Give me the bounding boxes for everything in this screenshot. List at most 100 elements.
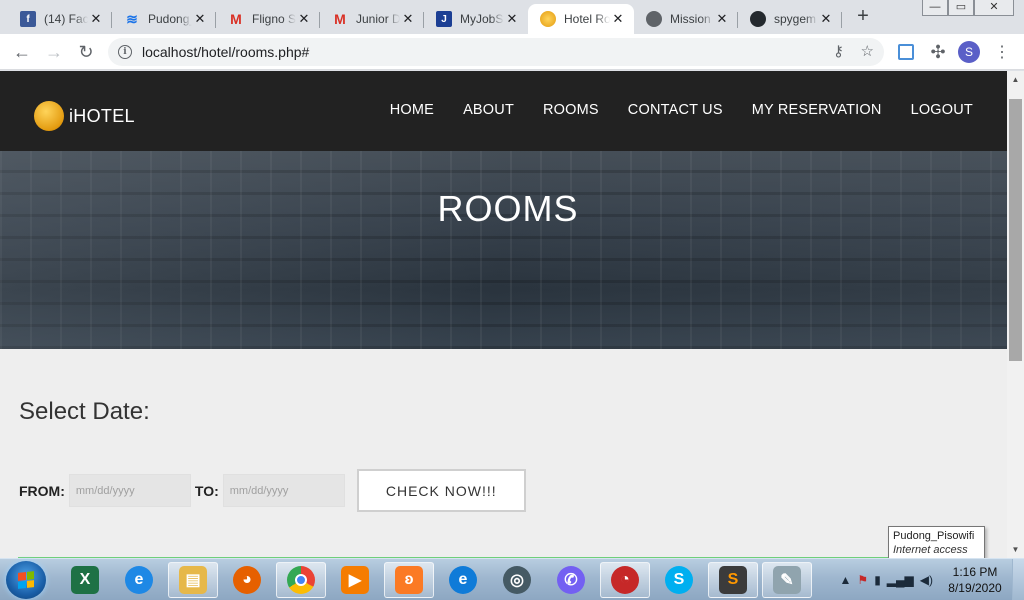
nav-about[interactable]: ABOUT <box>463 102 514 118</box>
screen: f (14) Facebook ✕ ≋ Pudong_Pisowifi ✕ M … <box>0 0 1024 600</box>
url-text[interactable]: localhost/hotel/rooms.php# <box>142 44 309 60</box>
volume-icon[interactable]: ◀) <box>920 573 933 587</box>
github-icon <box>750 11 766 27</box>
taskbar-edge-icon[interactable]: e <box>438 562 488 598</box>
nav-my-reservation[interactable]: MY RESERVATION <box>752 102 882 118</box>
taskbar-sublime-icon[interactable]: S <box>708 562 758 598</box>
close-tab-icon[interactable]: ✕ <box>88 11 104 27</box>
show-desktop-button[interactable] <box>1012 559 1024 600</box>
forward-icon[interactable]: → <box>42 40 66 64</box>
menu-dots-icon[interactable]: ⋮ <box>990 40 1014 64</box>
taskbar-viber-icon[interactable]: ✆ <box>546 562 596 598</box>
tray-expand-icon[interactable]: ▲ <box>840 573 852 587</box>
page-title: ROOMS <box>437 188 579 229</box>
close-window-button[interactable]: ✕ <box>974 0 1014 16</box>
taskbar-chrome-icon[interactable] <box>276 562 326 598</box>
taskbar-explorer-icon[interactable]: ▤ <box>168 562 218 598</box>
site-logo[interactable]: iHOTEL <box>34 101 135 131</box>
to-date-input[interactable]: mm/dd/yyyy <box>222 474 345 507</box>
tab-gmail-fligno[interactable]: M Fligno Software ✕ <box>216 4 320 34</box>
tab-jobstreet[interactable]: J MyJobStreet ✕ <box>424 4 528 34</box>
tab-title: Fligno Software <box>252 12 296 26</box>
select-date-heading: Select Date: <box>19 398 150 425</box>
bookmark-star-icon[interactable]: ☆ <box>861 42 874 60</box>
windows-taskbar: X e ▤ ◕ ▶ ʚ e ◎ ✆ ◔ S S ✎ ▲ ⚑ ▮ ▂▄▆ ◀) 1… <box>0 558 1024 600</box>
power-icon[interactable]: ▮ <box>874 573 881 587</box>
taskbar-xampp-icon[interactable]: ʚ <box>384 562 434 598</box>
windows-logo-icon <box>18 571 34 589</box>
tab-wifi[interactable]: ≋ Pudong_Pisowifi ✕ <box>112 4 216 34</box>
minimize-button[interactable]: — <box>922 0 948 16</box>
address-bar[interactable]: i localhost/hotel/rooms.php# ⚷ ☆ <box>108 38 884 66</box>
taskbar-media-player-icon[interactable]: ▶ <box>330 562 380 598</box>
profile-avatar[interactable]: S <box>958 41 980 63</box>
scroll-thumb[interactable] <box>1009 99 1022 361</box>
tab-title: spygem <box>774 12 817 26</box>
taskbar-skype-icon[interactable]: S <box>654 562 704 598</box>
close-tab-icon[interactable]: ✕ <box>818 11 834 27</box>
date-form: FROM: mm/dd/yyyy TO: mm/dd/yyyy CHECK NO… <box>19 469 526 512</box>
taskbar-firefox-icon[interactable]: ◕ <box>222 562 272 598</box>
nav-logout[interactable]: LOGOUT <box>911 102 973 118</box>
start-button[interactable] <box>6 561 46 599</box>
facebook-icon: f <box>20 11 36 27</box>
close-tab-icon[interactable]: ✕ <box>504 11 520 27</box>
tab-title: Hotel Rooms <box>564 12 610 26</box>
tooltip-network-name: Pudong_Pisowifi <box>893 530 975 542</box>
tab-title: Mission Statement <box>670 12 714 26</box>
clock[interactable]: 1:16 PM 8/19/2020 <box>942 564 1008 596</box>
close-tab-icon[interactable]: ✕ <box>192 11 208 27</box>
page-viewport: iHOTEL HOME ABOUT ROOMS CONTACT US MY RE… <box>0 71 1007 558</box>
network-tooltip: Pudong_Pisowifi Internet access <box>888 526 985 560</box>
tab-facebook[interactable]: f (14) Facebook ✕ <box>8 4 112 34</box>
system-tray: ▲ ⚑ ▮ ▂▄▆ ◀) 1:16 PM 8/19/2020 <box>837 559 1024 600</box>
site-info-icon[interactable]: i <box>118 45 132 59</box>
taskbar-webcam-icon[interactable]: ◎ <box>492 562 542 598</box>
tab-github[interactable]: spygem ✕ <box>738 4 842 34</box>
logo-emblem <box>34 101 64 131</box>
gmail-icon: M <box>230 11 242 27</box>
tooltip-status: Internet access <box>893 544 968 556</box>
taskbar-wpm-icon[interactable]: ◔ <box>600 562 650 598</box>
new-tab-button[interactable]: + <box>852 6 874 28</box>
taskbar-paint-icon[interactable]: ✎ <box>762 562 812 598</box>
tab-gmail-junior[interactable]: M Junior Developer ✕ <box>320 4 424 34</box>
hero-banner: ROOMS <box>0 151 1007 349</box>
tab-strip: f (14) Facebook ✕ ≋ Pudong_Pisowifi ✕ M … <box>0 0 1024 34</box>
nav-contact-us[interactable]: CONTACT US <box>628 102 723 118</box>
check-now-button[interactable]: CHECK NOW!!! <box>356 469 526 512</box>
taskbar-internet-explorer-icon[interactable]: e <box>114 562 164 598</box>
tab-title: Pudong_Pisowifi <box>148 12 192 26</box>
taskbar-excel-icon[interactable]: X <box>60 562 110 598</box>
tab-title: MyJobStreet <box>460 12 504 26</box>
extension-icon[interactable] <box>894 40 918 64</box>
tab-hotel-rooms[interactable]: Hotel Rooms ✕ <box>528 4 634 34</box>
gmail-icon: M <box>334 11 346 27</box>
window-controls: — ▭ ✕ <box>922 0 1014 18</box>
scroll-up-icon[interactable]: ▲ <box>1007 71 1024 88</box>
scroll-down-icon[interactable]: ▼ <box>1007 541 1024 558</box>
puzzle-extensions-icon[interactable]: ✣ <box>926 40 950 64</box>
nav-rooms[interactable]: ROOMS <box>543 102 599 118</box>
reload-icon[interactable]: ↻ <box>74 40 98 64</box>
nav-home[interactable]: HOME <box>390 102 434 118</box>
brand-name: iHOTEL <box>69 105 135 126</box>
page-scrollbar[interactable]: ▲ ▼ <box>1007 71 1024 558</box>
close-tab-icon[interactable]: ✕ <box>400 11 416 27</box>
tab-title: (14) Facebook <box>44 12 88 26</box>
action-center-icon[interactable]: ⚑ <box>857 573 868 587</box>
close-tab-icon[interactable]: ✕ <box>296 11 312 27</box>
from-date-input[interactable]: mm/dd/yyyy <box>68 474 191 507</box>
to-label: TO: <box>194 482 219 499</box>
hotel-favicon-icon <box>540 11 556 27</box>
key-icon[interactable]: ⚷ <box>833 42 844 60</box>
tab-title: Junior Developer <box>356 12 400 26</box>
close-tab-icon[interactable]: ✕ <box>610 11 626 27</box>
globe-icon <box>646 11 662 27</box>
network-signal-icon[interactable]: ▂▄▆ <box>887 573 914 587</box>
restore-button[interactable]: ▭ <box>948 0 974 16</box>
close-tab-icon[interactable]: ✕ <box>714 11 730 27</box>
tab-mission[interactable]: Mission Statement ✕ <box>634 4 738 34</box>
back-icon[interactable]: ← <box>10 40 34 64</box>
browser-toolbar: ← → ↻ i localhost/hotel/rooms.php# ⚷ ☆ ✣… <box>0 34 1024 70</box>
